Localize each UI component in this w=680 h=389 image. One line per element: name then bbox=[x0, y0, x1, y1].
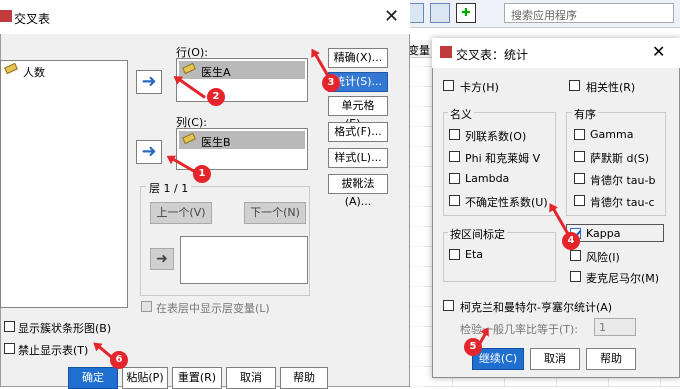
list-item[interactable]: 人数 bbox=[1, 61, 127, 81]
search-input[interactable]: 搜索应用程序 bbox=[504, 3, 674, 23]
col-item-label: 医生B bbox=[201, 136, 231, 149]
suppress-checkbox[interactable] bbox=[4, 343, 15, 354]
contingency-label: 列联系数(O) bbox=[465, 130, 527, 143]
reset-button[interactable]: 重置(R) bbox=[172, 367, 222, 389]
eta-label: Eta bbox=[465, 248, 484, 261]
crosstabs-titlebar bbox=[0, 0, 410, 34]
lambda-checkbox[interactable] bbox=[449, 173, 460, 184]
kappa-label: Kappa bbox=[586, 227, 621, 240]
prev-layer-button[interactable]: 上一个(V) bbox=[150, 202, 212, 224]
stats-app-icon bbox=[440, 46, 452, 58]
annotation-badge-4: 4 bbox=[562, 232, 580, 250]
annotation-badge-6: 6 bbox=[110, 351, 128, 369]
stats-help-button[interactable]: 帮助 bbox=[586, 348, 636, 370]
phi-checkbox[interactable] bbox=[449, 151, 460, 162]
exact-button[interactable]: 精确(X)... bbox=[328, 48, 388, 68]
paste-button[interactable]: 粘贴(P) bbox=[122, 367, 168, 389]
bar-chart-label: 显示簇状条形图(B) bbox=[18, 322, 112, 335]
risk-label: 风险(I) bbox=[586, 251, 620, 264]
move-to-layer-button[interactable]: ➜ bbox=[150, 248, 174, 270]
row-item[interactable]: 医生A bbox=[179, 61, 305, 79]
next-layer-button[interactable]: 下一个(N) bbox=[244, 202, 306, 224]
chisq-checkbox[interactable] bbox=[443, 80, 454, 91]
corr-checkbox[interactable] bbox=[569, 80, 580, 91]
scale-icon bbox=[182, 62, 196, 75]
ordinal-title: 有序 bbox=[572, 106, 598, 122]
taub-label: 肯德尔 tau-b bbox=[590, 174, 656, 187]
odds-input[interactable]: 1 bbox=[594, 318, 636, 336]
somers-label: 萨默斯 d(S) bbox=[590, 152, 650, 165]
annotation-badge-5: 5 bbox=[464, 338, 482, 356]
variable-list[interactable]: 人数 bbox=[0, 60, 128, 308]
suppress-label: 禁止显示表(T) bbox=[18, 344, 89, 357]
mcnemar-label: 麦克尼马尔(M) bbox=[586, 272, 660, 285]
annotation-badge-3: 3 bbox=[322, 74, 340, 92]
uncertainty-checkbox[interactable] bbox=[449, 195, 460, 206]
toolbar-add-icon[interactable]: ✚ bbox=[456, 3, 476, 23]
row-item-label: 医生A bbox=[201, 66, 231, 79]
style-button[interactable]: 样式(L)... bbox=[328, 148, 388, 168]
contingency-checkbox[interactable] bbox=[449, 129, 460, 140]
col-item[interactable]: 医生B bbox=[179, 131, 305, 149]
stats-close-icon[interactable]: ✕ bbox=[652, 42, 665, 61]
help-button[interactable]: 帮助 bbox=[280, 367, 328, 389]
layer-label: 层 1 / 1 bbox=[146, 180, 192, 196]
chisq-label: 卡方(H) bbox=[460, 81, 499, 94]
bootstrap-button[interactable]: 拔靴法(A)... bbox=[328, 174, 388, 208]
layer-checkbox-label: 在表层中显示层变量(L) bbox=[156, 302, 270, 315]
cmh-checkbox[interactable] bbox=[443, 300, 454, 311]
somers-checkbox[interactable] bbox=[574, 151, 585, 162]
layer-checkbox[interactable] bbox=[141, 301, 152, 312]
phi-label: Phi 和克莱姆 V bbox=[465, 152, 541, 165]
dialog-title: 交叉表 bbox=[14, 12, 51, 26]
layer-field[interactable] bbox=[180, 236, 308, 284]
eta-checkbox[interactable] bbox=[449, 249, 460, 260]
annotation-badge-1: 1 bbox=[193, 165, 211, 183]
gamma-label: Gamma bbox=[590, 128, 634, 141]
move-to-col-button[interactable]: ➜ bbox=[136, 140, 162, 164]
cmh-label: 柯克兰和曼特尔-亨塞尔统计(A) bbox=[460, 301, 613, 314]
bar-chart-checkbox[interactable] bbox=[4, 321, 15, 332]
tauc-label: 肯德尔 tau-c bbox=[590, 196, 655, 209]
app-icon bbox=[0, 10, 12, 22]
stats-cancel-button[interactable]: 取消 bbox=[530, 348, 580, 370]
variable-label: 人数 bbox=[23, 66, 45, 79]
cancel-button[interactable]: 取消 bbox=[226, 367, 276, 389]
close-icon[interactable]: ✕ bbox=[384, 6, 399, 27]
gamma-checkbox[interactable] bbox=[574, 129, 585, 140]
toolbar-table-icon[interactable] bbox=[430, 3, 450, 23]
format-button[interactable]: 格式(F)... bbox=[328, 122, 388, 142]
uncertainty-label: 不确定性系数(U) bbox=[465, 196, 548, 209]
scale-icon bbox=[4, 62, 18, 75]
mcnemar-checkbox[interactable] bbox=[570, 271, 581, 282]
lambda-label: Lambda bbox=[465, 172, 510, 185]
scale-icon bbox=[182, 132, 196, 145]
row-field[interactable]: 医生A bbox=[176, 58, 308, 102]
interval-title: 按区间标定 bbox=[448, 226, 507, 242]
background-toolbar: ✚ 搜索应用程序 bbox=[400, 0, 680, 28]
tauc-checkbox[interactable] bbox=[574, 195, 585, 206]
annotation-badge-2: 2 bbox=[207, 88, 225, 106]
taub-checkbox[interactable] bbox=[574, 173, 585, 184]
move-to-row-button[interactable]: ➜ bbox=[136, 70, 162, 94]
ok-button[interactable]: 确定 bbox=[68, 367, 118, 389]
col-field[interactable]: 医生B bbox=[176, 128, 308, 170]
nominal-title: 名义 bbox=[448, 106, 474, 122]
risk-checkbox[interactable] bbox=[570, 250, 581, 261]
stats-title: 交叉表：统计 bbox=[456, 48, 529, 62]
corr-label: 相关性(R) bbox=[586, 81, 636, 94]
cells-button[interactable]: 单元格(E)... bbox=[328, 96, 388, 130]
odds-label: 检验一般几率比等于(T): bbox=[460, 323, 579, 336]
